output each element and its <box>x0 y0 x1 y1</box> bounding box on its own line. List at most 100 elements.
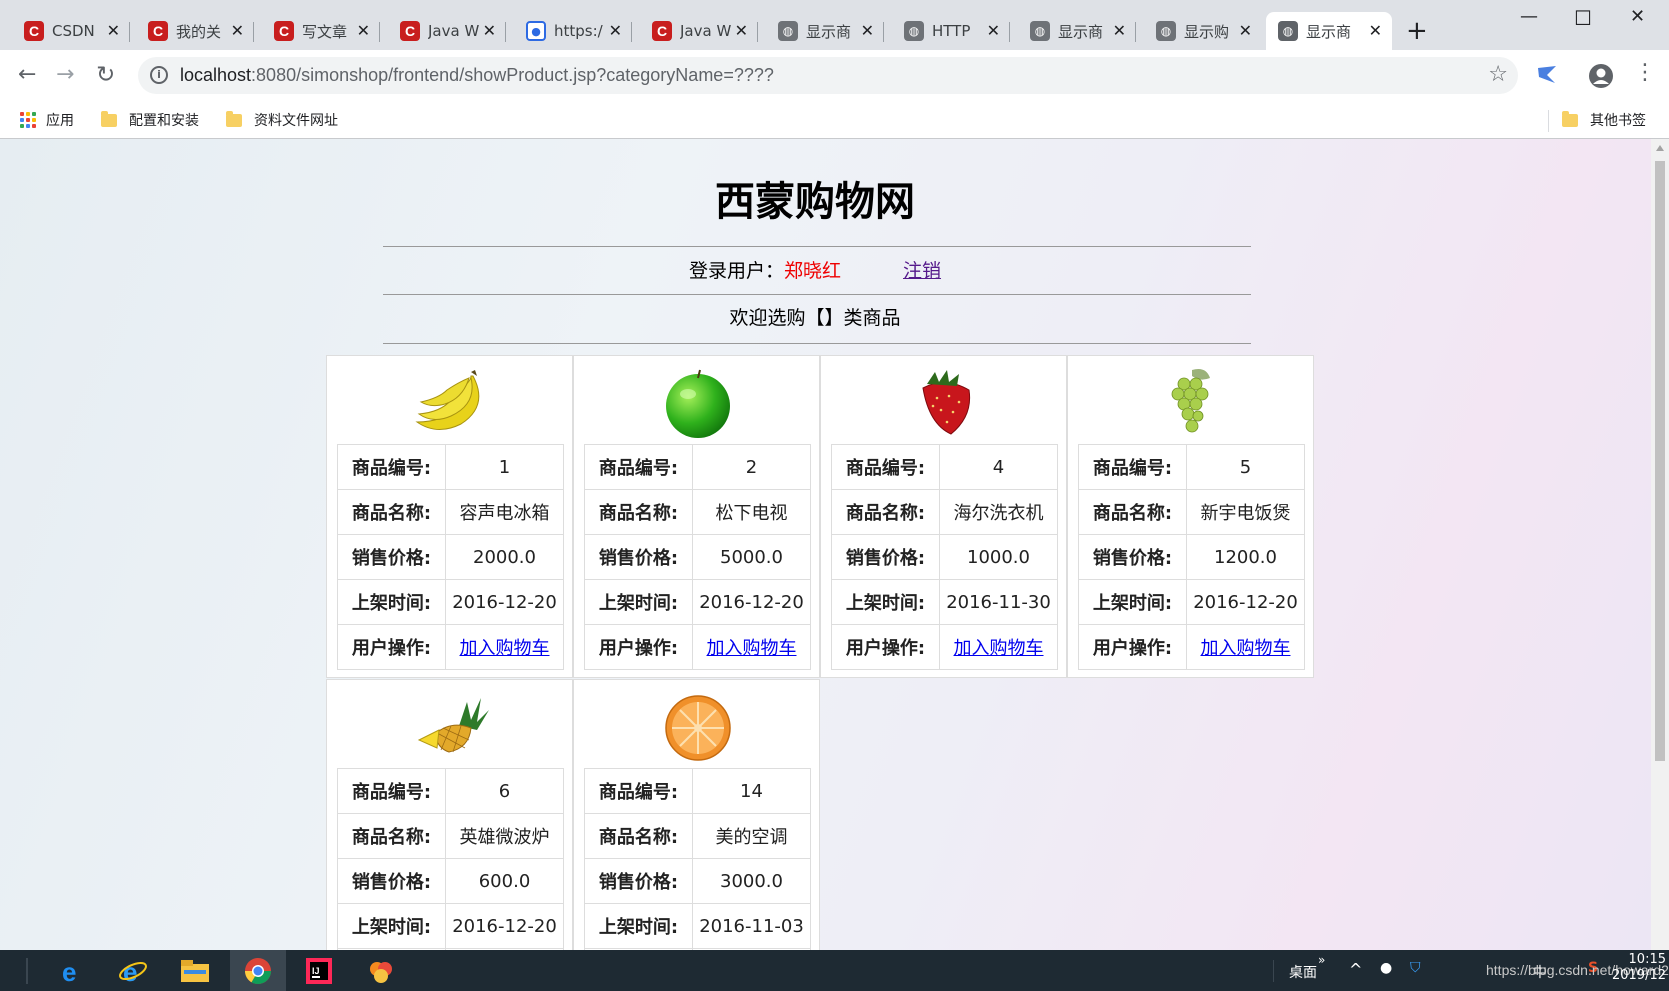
product-info-table: 商品编号: 1 商品名称: 容声电冰箱 销售价格: 2000.0 上架时间: 2016-… <box>337 444 564 670</box>
product-price: 3000.0 <box>692 858 811 904</box>
product-name: 容声电冰箱 <box>445 489 564 535</box>
product-price: 2000.0 <box>445 534 564 580</box>
bookmark-folder-config[interactable]: 配置和安装 <box>101 110 199 130</box>
product-id: 5 <box>1186 444 1305 490</box>
tab-title: HTTP <box>932 22 971 40</box>
tab-title: 写文章 <box>302 22 348 41</box>
forward-icon[interactable]: → <box>56 62 74 87</box>
close-icon[interactable]: ✕ <box>357 21 370 40</box>
product-card: 商品编号: 4 商品名称: 海尔洗衣机 销售价格: 1000.0 上架时间: 2016-… <box>820 355 1067 678</box>
close-icon[interactable]: ✕ <box>483 21 496 40</box>
add-to-cart-link[interactable]: 加入购物车 <box>707 638 797 659</box>
label-date: 上架时间: <box>337 579 446 625</box>
product-card: 商品编号: 5 商品名称: 新宇电饭煲 销售价格: 1200.0 上架时间: 2016-… <box>1067 355 1314 678</box>
close-icon[interactable]: ✕ <box>1239 21 1252 40</box>
csdn-icon: C <box>400 21 420 41</box>
desktop-toolbar-label[interactable]: 桌面 <box>1289 962 1317 982</box>
security-shield-icon[interactable]: ⛉ <box>1410 960 1421 976</box>
expand-toolbar-icon[interactable]: » <box>1318 953 1325 967</box>
browser-toolbar: ← → ↻ i localhost:8080/simonshop/fronten… <box>0 50 1669 102</box>
label-id: 商品编号: <box>584 768 693 814</box>
add-to-cart-link[interactable]: 加入购物车 <box>460 638 550 659</box>
close-icon[interactable]: ✕ <box>1113 21 1126 40</box>
label-price: 销售价格: <box>584 534 693 580</box>
browser-tab-active[interactable]: ◍ 显示商 ✕ <box>1266 12 1392 50</box>
label-date: 上架时间: <box>831 579 940 625</box>
add-to-cart-link[interactable]: 加入购物车 <box>954 638 1044 659</box>
browser-tab-8[interactable]: ◍ 显示商 ✕ <box>1018 12 1136 50</box>
file-explorer-icon[interactable] <box>180 956 210 986</box>
close-icon[interactable]: ✕ <box>609 21 622 40</box>
divider <box>383 343 1251 344</box>
label-name: 商品名称: <box>584 489 693 535</box>
intellij-idea-icon[interactable]: IJ <box>304 956 334 986</box>
clock-date: 2019/12 <box>1611 968 1666 983</box>
close-icon[interactable]: ✕ <box>1369 21 1382 40</box>
extension-icon[interactable] <box>1535 63 1559 87</box>
window-close-icon[interactable]: ✕ <box>1630 6 1645 27</box>
page-scrollbar[interactable] <box>1651 139 1669 950</box>
profile-icon[interactable] <box>1588 63 1614 89</box>
label-action: 用户操作: <box>1078 624 1187 670</box>
minimize-icon[interactable]: — <box>1520 6 1538 27</box>
maximize-icon[interactable]: ☐ <box>1574 6 1592 30</box>
bookmark-apps[interactable]: 应用 <box>20 110 74 130</box>
bookmark-other[interactable]: 其他书签 <box>1562 110 1646 130</box>
logout-link[interactable]: 注销 <box>903 260 941 282</box>
browser-tab-5[interactable]: C Java W ✕ <box>640 12 758 50</box>
internet-explorer-icon[interactable]: e <box>118 956 148 986</box>
product-info-table: 商品编号: 2 商品名称: 松下电视 销售价格: 5000.0 上架时间: 2016-1… <box>584 444 811 670</box>
reload-icon[interactable]: ↻ <box>96 62 115 88</box>
welcome-text: 欢迎选购【】类商品 <box>729 307 901 329</box>
close-icon[interactable]: ✕ <box>107 21 120 40</box>
product-card: 商品编号: 2 商品名称: 松下电视 销售价格: 5000.0 上架时间: 2016-1… <box>573 355 820 678</box>
browser-tab-3[interactable]: C Java W ✕ <box>388 12 506 50</box>
browser-tab-0[interactable]: C CSDN ✕ <box>12 12 130 50</box>
bookmark-star-icon[interactable]: ☆ <box>1488 62 1508 87</box>
label-price: 销售价格: <box>337 534 446 580</box>
back-icon[interactable]: ← <box>18 62 36 87</box>
close-icon[interactable]: ✕ <box>231 21 244 40</box>
csdn-icon: C <box>148 21 168 41</box>
site-info-icon[interactable]: i <box>150 66 168 84</box>
add-to-cart-link[interactable]: 加入购物车 <box>1201 638 1291 659</box>
orange-icon <box>664 695 731 761</box>
browser-tab-6[interactable]: ◍ 显示商 ✕ <box>766 12 884 50</box>
scrollbar-thumb[interactable] <box>1655 161 1665 761</box>
close-icon[interactable]: ✕ <box>987 21 1000 40</box>
qq-icon[interactable]: ● <box>1380 960 1392 976</box>
app-icon[interactable] <box>366 956 396 986</box>
browser-tab-2[interactable]: C 写文章 ✕ <box>262 12 380 50</box>
tab-title: Java W <box>428 22 480 40</box>
windows-taskbar: e e IJ 桌面 » ^ ● ⛉ 中 S https://blog.csdn.… <box>0 950 1669 991</box>
globe-icon: ◍ <box>1278 21 1298 41</box>
chrome-icon[interactable] <box>243 956 273 986</box>
new-tab-button[interactable]: + <box>1406 16 1428 46</box>
divider <box>383 246 1251 247</box>
browser-tab-1[interactable]: C 我的关 ✕ <box>136 12 254 50</box>
product-id: 14 <box>692 768 811 814</box>
tab-title: 显示商 <box>1058 22 1104 41</box>
menu-icon[interactable]: ⋮ <box>1634 60 1656 85</box>
browser-tab-7[interactable]: ◍ HTTP ✕ <box>892 12 1010 50</box>
label-date: 上架时间: <box>337 903 446 949</box>
tab-title: 显示商 <box>1306 22 1352 41</box>
browser-tab-strip: C CSDN ✕ C 我的关 ✕ C 写文章 ✕ C Java W ✕ ● ht… <box>0 0 1669 50</box>
scroll-up-icon[interactable] <box>1656 145 1664 151</box>
label-id: 商品编号: <box>1078 444 1187 490</box>
system-clock[interactable]: 10:15 2019/12 <box>1600 952 1666 984</box>
username: 郑晓红 <box>783 260 841 282</box>
close-icon[interactable]: ✕ <box>735 21 748 40</box>
edge-icon[interactable]: e <box>58 956 88 986</box>
browser-tab-4[interactable]: ● https:/ ✕ <box>514 12 632 50</box>
login-label: 登录用户： <box>688 260 784 282</box>
address-bar[interactable]: i localhost:8080/simonshop/frontend/show… <box>138 57 1518 94</box>
close-icon[interactable]: ✕ <box>861 21 874 40</box>
bookmark-folder-resources[interactable]: 资料文件网址 <box>226 110 338 130</box>
tab-title: 显示商 <box>806 22 852 41</box>
browser-tab-9[interactable]: ◍ 显示购 ✕ <box>1144 12 1262 50</box>
product-id: 1 <box>445 444 564 490</box>
tray-expand-icon[interactable]: ^ <box>1349 960 1362 979</box>
product-date: 2016-11-03 <box>692 903 811 949</box>
page-title: 西蒙购物网 <box>715 179 915 225</box>
